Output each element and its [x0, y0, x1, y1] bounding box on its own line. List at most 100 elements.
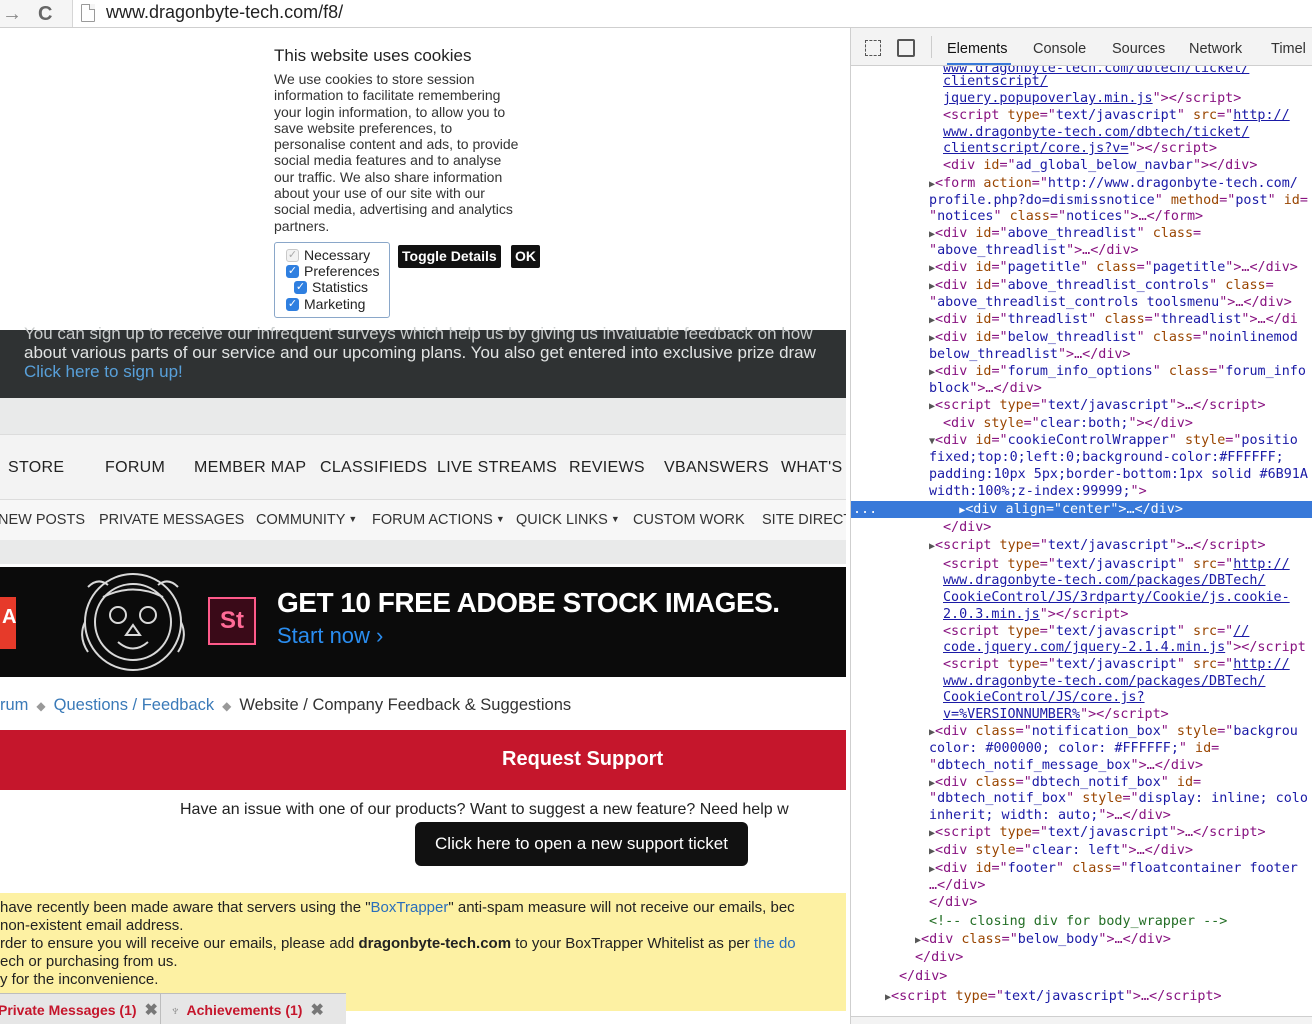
dom-line[interactable]: "dbtech_notif_box" style="display: inlin…	[851, 790, 1312, 807]
boxtrapper-link[interactable]: BoxTrapper	[371, 899, 449, 916]
subnav-forum-actions[interactable]: FORUM ACTIONS ▼	[372, 512, 505, 528]
tab-console[interactable]: Console	[1033, 41, 1086, 57]
dom-line[interactable]: <!-- closing div for body_wrapper -->	[851, 913, 1312, 930]
dom-line[interactable]: <script type="text/javascript" src="http…	[851, 556, 1312, 573]
subnav-custom-work[interactable]: CUSTOM WORK	[633, 512, 745, 528]
dom-line[interactable]: inherit; width: auto;">…</div>	[851, 807, 1312, 824]
dom-line[interactable]: ▶<script type="text/javascript">…</scrip…	[851, 988, 1312, 1005]
check-icon[interactable]: ✓	[286, 297, 299, 311]
subnav-quick-links[interactable]: QUICK LINKS ▼	[516, 512, 620, 528]
dom-line[interactable]: clientscript/	[851, 73, 1312, 90]
dom-line[interactable]: "above_threadlist">…</div>	[851, 242, 1312, 259]
checkbox-statistics[interactable]: ✓ Statistics	[294, 279, 368, 295]
dom-line[interactable]: "notices" class="notices">…</form>	[851, 208, 1312, 225]
breadcrumb-questions-feedback[interactable]: Questions / Feedback	[54, 696, 215, 714]
dom-line[interactable]: ▶<div id="footer" class="floatcontainer …	[851, 860, 1312, 877]
checkbox-preferences[interactable]: ✓ Preferences	[286, 263, 379, 279]
dom-line[interactable]: </div>	[851, 949, 1312, 966]
private-messages-tab[interactable]: Private Messages (1) ✖	[0, 994, 158, 1024]
dom-line[interactable]: ▶<div id="below_threadlist" class="noinl…	[851, 329, 1312, 346]
dom-line[interactable]: "dbtech_notif_message_box">…</div>	[851, 757, 1312, 774]
dom-line[interactable]: ▶<div class="notification_box" style="ba…	[851, 723, 1312, 740]
open-ticket-button[interactable]: Click here to open a new support ticket	[415, 822, 748, 866]
dom-tree[interactable]: www.dragonbyte-tech.com/dbtech/ticket/ c…	[851, 66, 1312, 1016]
dom-line[interactable]: <div style="clear:both;"></div>	[851, 415, 1312, 432]
subnav-site-directory[interactable]: SITE DIRECT	[762, 512, 846, 528]
dom-line[interactable]: </div>	[851, 519, 1312, 536]
check-icon[interactable]: ✓	[286, 264, 299, 278]
close-icon[interactable]: ✖	[310, 1000, 323, 1020]
dom-line[interactable]: ▶<div class="below_body">…</div>	[851, 931, 1312, 948]
dom-line[interactable]: ▶<form action="http://www.dragonbyte-tec…	[851, 175, 1312, 192]
dom-line[interactable]: ▶<div id="forum_info_options" class="for…	[851, 363, 1312, 380]
nav-classifieds[interactable]: CLASSIFIEDS	[320, 459, 427, 477]
device-toolbar-icon[interactable]	[897, 39, 915, 57]
nav-vbanswers[interactable]: VBANSWERS	[664, 459, 769, 477]
dom-line[interactable]: color: #000000; color: #FFFFFF;" id=	[851, 740, 1312, 757]
checkbox-marketing[interactable]: ✓ Marketing	[286, 296, 365, 312]
inspect-element-icon[interactable]	[865, 40, 881, 56]
tab-timeline[interactable]: Timel	[1271, 41, 1306, 57]
nav-store[interactable]: STORE	[8, 459, 64, 477]
achievements-tab[interactable]: ♆ Achievements (1) ✖	[170, 994, 324, 1024]
nav-whats-new[interactable]: WHAT'S N	[781, 459, 846, 477]
ad-cta-link[interactable]: Start now ›	[277, 623, 383, 649]
breadcrumb-forum[interactable]: rum	[0, 696, 28, 714]
dom-line-selected[interactable]: ... ▶<div align="center">…</div>	[851, 501, 1312, 518]
dom-line[interactable]: </div>	[851, 894, 1312, 911]
dom-line[interactable]: ▶<div id="pagetitle" class="pagetitle">……	[851, 259, 1312, 276]
dom-line[interactable]: ▶<div id="above_threadlist_controls" cla…	[851, 277, 1312, 294]
subnav-private-messages[interactable]: PRIVATE MESSAGES	[99, 512, 244, 528]
dom-line[interactable]: 2.0.3.min.js"></script>	[851, 606, 1312, 623]
dom-line[interactable]: ▶<script type="text/javascript">…</scrip…	[851, 397, 1312, 414]
dom-line[interactable]: ▶<script type="text/javascript">…</scrip…	[851, 537, 1312, 554]
check-icon[interactable]: ✓	[294, 280, 307, 294]
dom-line[interactable]: ▶<script type="text/javascript">…</scrip…	[851, 824, 1312, 841]
dom-line[interactable]: www.dragonbyte-tech.com/packages/DBTech/	[851, 673, 1312, 690]
dom-line[interactable]: CookieControl/JS/core.js?	[851, 689, 1312, 706]
dom-line[interactable]: below_threadlist">…</div>	[851, 346, 1312, 363]
url-text[interactable]: www.dragonbyte-tech.com/f8/	[106, 2, 343, 23]
dom-line[interactable]: code.jquery.com/jquery-2.1.4.min.js"></s…	[851, 639, 1312, 656]
subnav-new-posts[interactable]: NEW POSTS	[0, 512, 85, 528]
adobe-stock-ad-banner[interactable]: A St GET 10 FREE ADOBE STOCK IMAGES. Sta…	[0, 567, 846, 677]
dom-line[interactable]: ▶<div class="dbtech_notif_box" id=	[851, 774, 1312, 791]
dom-line[interactable]: "above_threadlist_controls toolsmenu">…<…	[851, 294, 1312, 311]
toggle-details-button[interactable]: Toggle Details	[398, 245, 501, 268]
dom-line[interactable]: block">…</div>	[851, 380, 1312, 397]
nav-forum[interactable]: FORUM	[105, 459, 165, 477]
dom-line[interactable]: v=%VERSIONNUMBER%"></script>	[851, 706, 1312, 723]
documentation-link[interactable]: the do	[754, 935, 796, 952]
dom-line[interactable]: www.dragonbyte-tech.com/dbtech/ticket/	[851, 124, 1312, 141]
address-bar[interactable]: www.dragonbyte-tech.com/f8/	[72, 0, 1312, 27]
ok-button[interactable]: OK	[511, 245, 540, 268]
dom-line[interactable]: ▼<div id="cookieControlWrapper" style="p…	[851, 432, 1312, 449]
dom-line[interactable]: www.dragonbyte-tech.com/packages/DBTech/	[851, 572, 1312, 589]
dom-line[interactable]: padding:10px 5px;border-bottom:1px solid…	[851, 466, 1312, 483]
tab-network[interactable]: Network	[1189, 41, 1242, 57]
nav-reviews[interactable]: REVIEWS	[569, 459, 645, 477]
dom-line[interactable]: profile.php?do=dismissnotice" method="po…	[851, 192, 1312, 209]
dom-line[interactable]: ▶<div id="above_threadlist" class=	[851, 225, 1312, 242]
dom-line[interactable]: ▶<div id="threadlist" class="threadlist"…	[851, 311, 1312, 328]
dom-line[interactable]: <div id="ad_global_below_navbar"></div>	[851, 157, 1312, 174]
nav-member-map[interactable]: MEMBER MAP	[194, 459, 306, 477]
dom-line[interactable]: <script type="text/javascript" src="http…	[851, 107, 1312, 124]
dom-line[interactable]: …</div>	[851, 877, 1312, 894]
nav-live-streams[interactable]: LIVE STREAMS	[437, 459, 557, 477]
dom-line[interactable]: CookieControl/JS/3rdparty/Cookie/js.cook…	[851, 589, 1312, 606]
dom-line[interactable]: ▶<div style="clear: left">…</div>	[851, 842, 1312, 859]
subnav-community[interactable]: COMMUNITY ▼	[256, 512, 357, 528]
tab-elements[interactable]: Elements	[947, 41, 1007, 57]
dom-line[interactable]: width:100%;z-index:99999;">	[851, 483, 1312, 500]
dom-line[interactable]: jquery.popupoverlay.min.js"></script>	[851, 90, 1312, 107]
devtools-breadcrumb-bar[interactable]	[851, 1016, 1312, 1024]
reload-icon[interactable]: C	[38, 3, 52, 26]
forward-icon[interactable]: →	[2, 3, 22, 26]
dom-line[interactable]: fixed;top:0;left:0;background-color:#FFF…	[851, 449, 1312, 466]
dom-line[interactable]: </div>	[851, 968, 1312, 985]
survey-signup-link[interactable]: Click here to sign up!	[24, 362, 183, 382]
dom-line[interactable]: <script type="text/javascript" src="//	[851, 623, 1312, 640]
dom-line[interactable]: clientscript/core.js?v="></script>	[851, 140, 1312, 157]
tab-sources[interactable]: Sources	[1112, 41, 1165, 57]
